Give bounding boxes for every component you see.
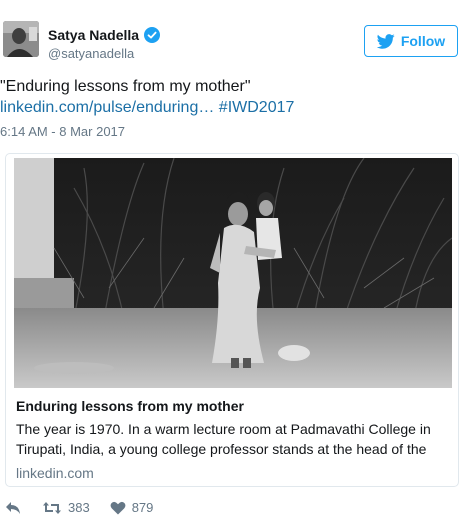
card-description-line: Tirupati, India, a young college profess… xyxy=(16,441,427,457)
tweet-text: "Enduring lessons from my mother" linked… xyxy=(0,76,294,118)
avatar[interactable] xyxy=(3,21,39,57)
card-domain: linkedin.com xyxy=(16,465,94,481)
avatar-photo xyxy=(3,21,39,57)
follow-button[interactable]: Follow xyxy=(364,25,458,57)
reply-icon xyxy=(6,501,20,514)
twitter-bird-icon xyxy=(376,33,395,49)
like-button[interactable]: 879 xyxy=(110,500,154,515)
tweet-actions: 383 879 xyxy=(0,500,153,515)
card-image[interactable] xyxy=(14,158,452,388)
tweet-link[interactable]: linkedin.com/pulse/enduring… xyxy=(0,99,214,116)
verified-badge-icon xyxy=(144,27,161,43)
card-title[interactable]: Enduring lessons from my mother xyxy=(16,397,450,415)
tweet-timestamp[interactable]: 6:14 AM - 8 Mar 2017 xyxy=(0,124,125,139)
link-preview-card[interactable]: Enduring lessons from my mother The year… xyxy=(5,153,459,487)
reply-button[interactable] xyxy=(5,501,21,515)
hashtag-link[interactable]: #IWD2017 xyxy=(219,99,295,116)
follow-button-label: Follow xyxy=(400,33,446,49)
author-name-row[interactable]: Satya Nadella xyxy=(48,27,161,43)
tweet-header: Satya Nadella @satyanadella Follow xyxy=(0,0,462,66)
retweet-button[interactable]: 383 xyxy=(42,500,90,515)
author-name[interactable]: Satya Nadella xyxy=(48,27,139,43)
author-handle[interactable]: @satyanadella xyxy=(48,46,134,61)
heart-icon xyxy=(110,501,126,514)
card-description-line: The year is 1970. In a warm lecture room… xyxy=(16,421,431,437)
card-description: The year is 1970. In a warm lecture room… xyxy=(16,419,450,459)
like-count: 879 xyxy=(131,500,154,515)
card-body: Enduring lessons from my mother The year… xyxy=(16,397,450,481)
retweet-icon xyxy=(43,501,61,514)
vintage-photo xyxy=(14,158,452,388)
tweet-text-line: "Enduring lessons from my mother" xyxy=(0,78,251,95)
tweet-link-line: linkedin.com/pulse/enduring… #IWD2017 xyxy=(0,97,294,118)
retweet-count: 383 xyxy=(68,500,90,515)
